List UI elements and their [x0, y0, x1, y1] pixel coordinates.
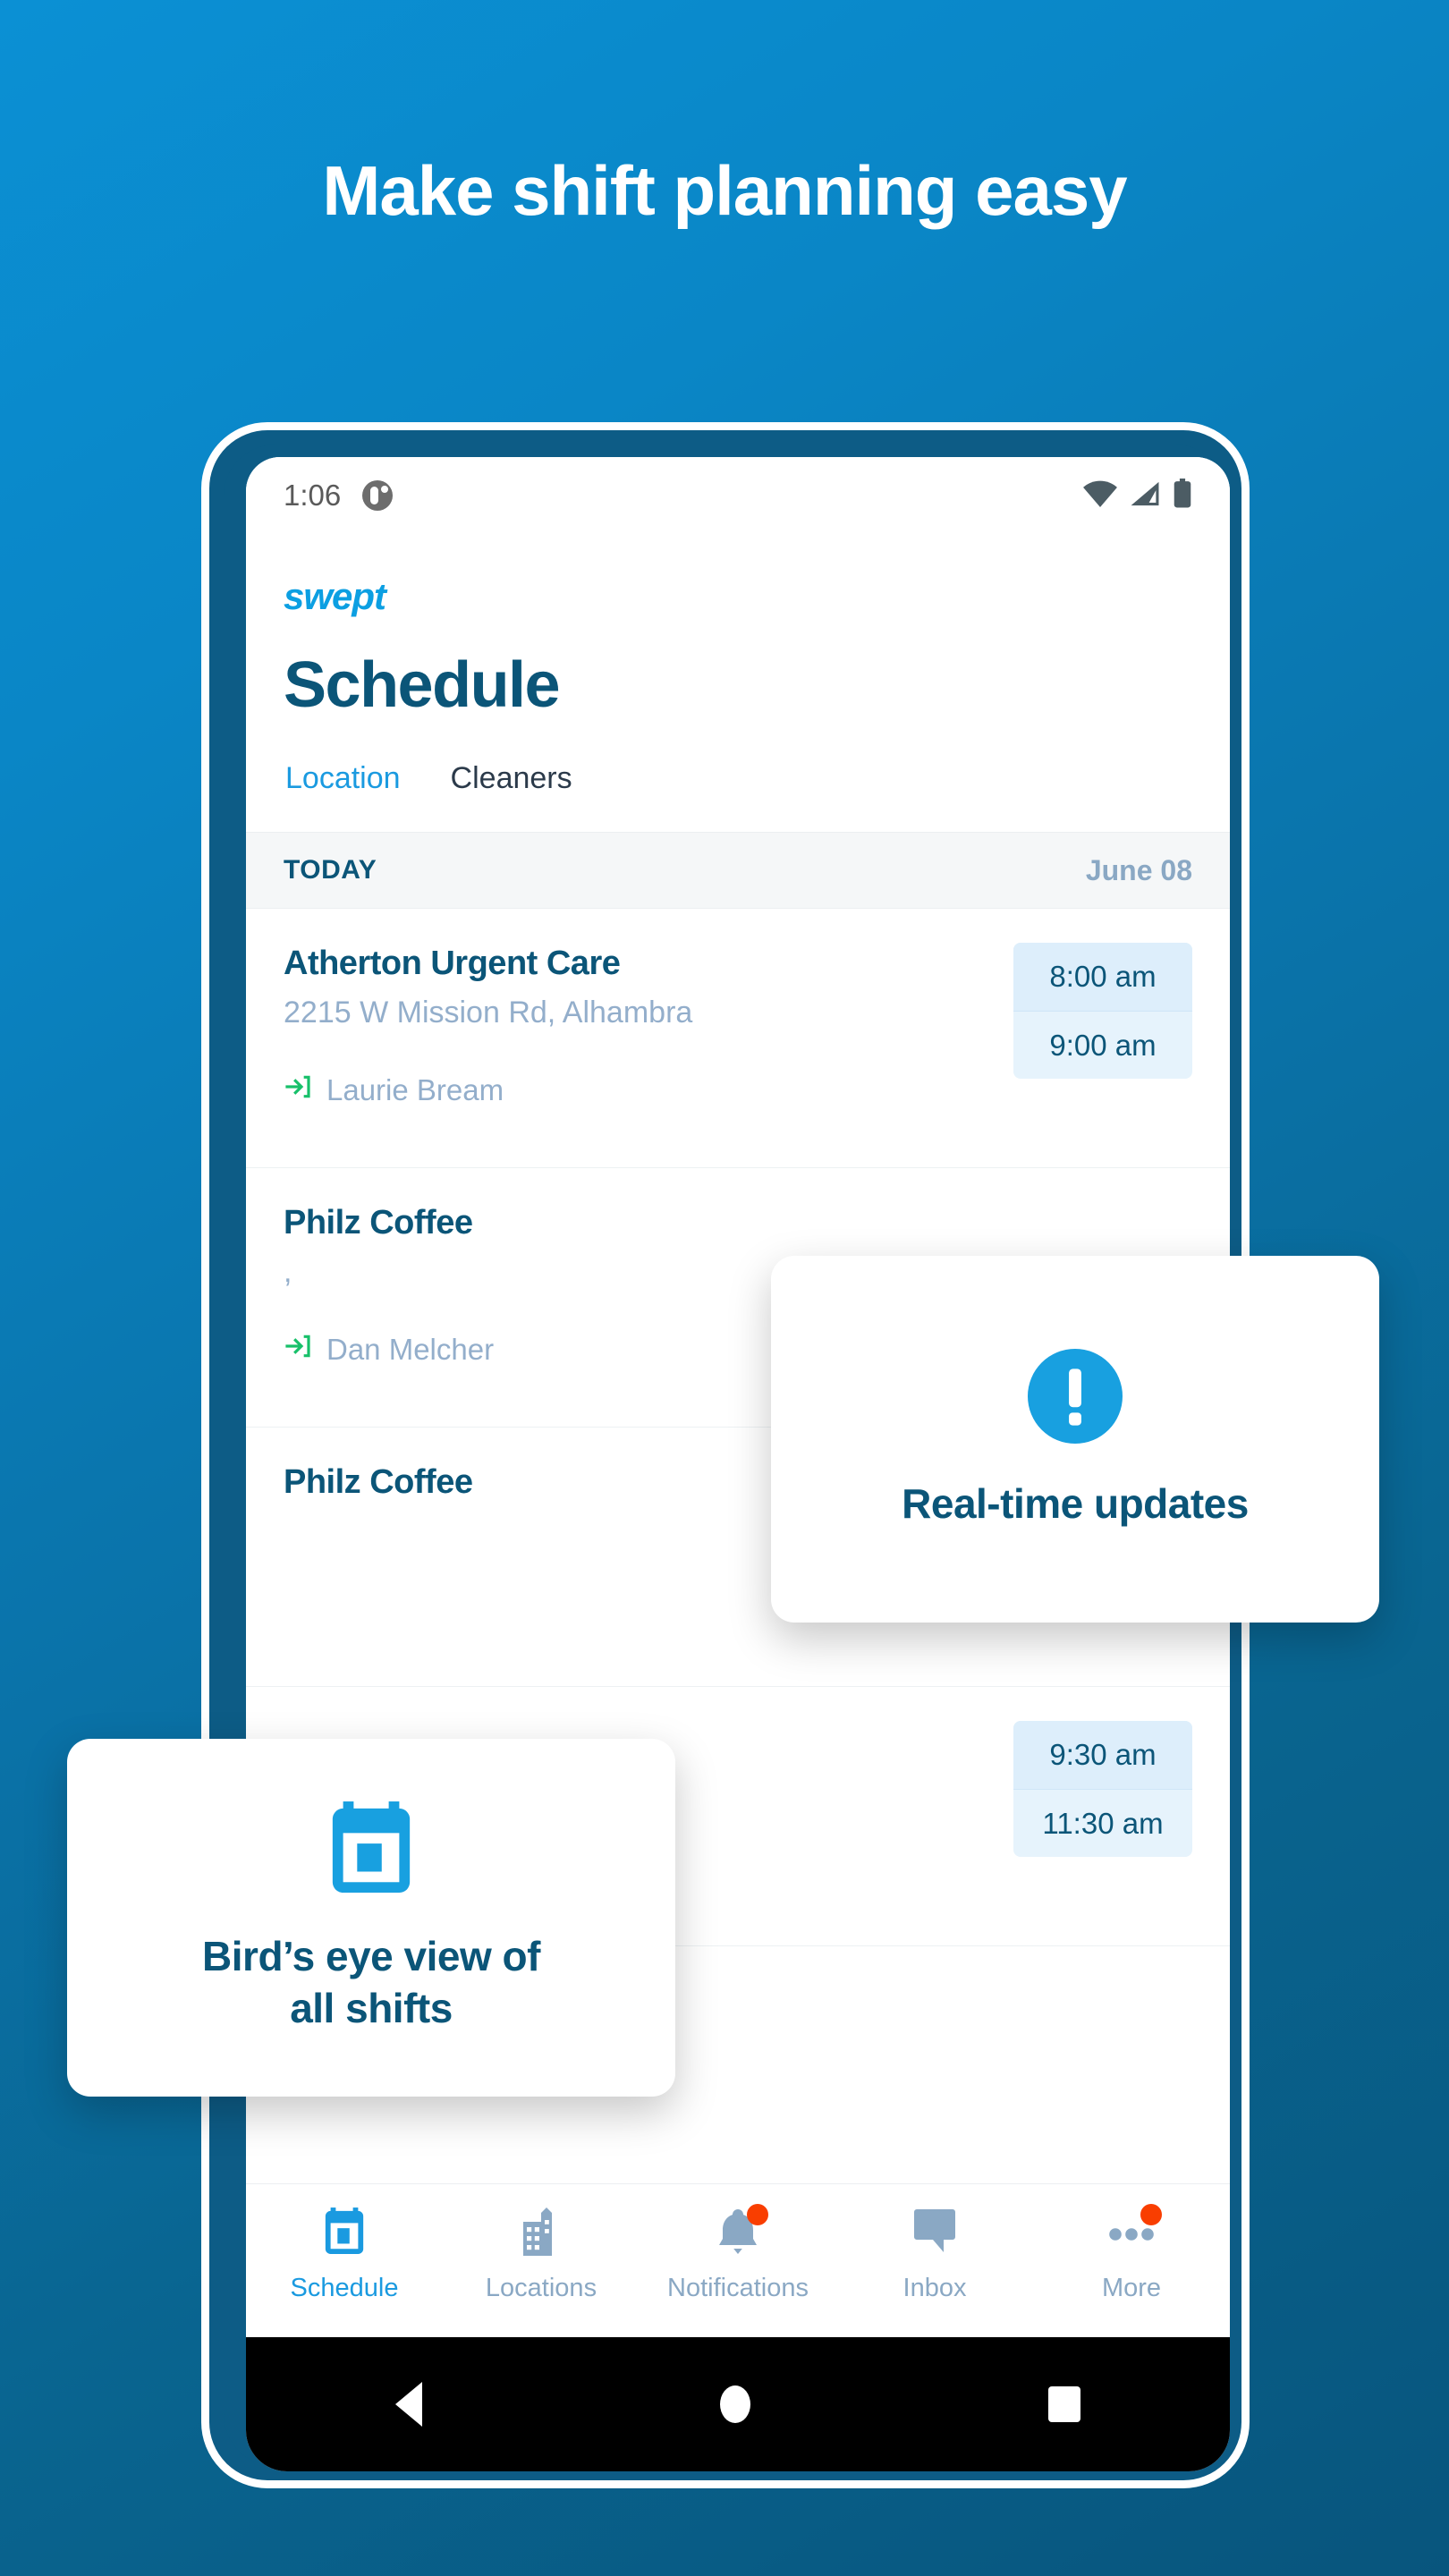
nav-label: Schedule: [290, 2274, 399, 2302]
shift-end-time: 11:30 am: [1013, 1789, 1192, 1857]
feature-card-realtime-updates: Real-time updates: [771, 1256, 1379, 1623]
page-title: Schedule: [284, 649, 561, 721]
nav-label: Inbox: [902, 2274, 967, 2302]
schedule-tabs: Location Cleaners: [246, 722, 1230, 832]
check-in-arrow-icon: [284, 1072, 312, 1108]
check-in-arrow-icon: [284, 1332, 312, 1368]
status-bar: 1:06: [246, 457, 1230, 534]
shift-time-badge: 8:00 am 9:00 am: [1013, 943, 1192, 1079]
shift-start-time: 9:30 am: [1013, 1721, 1192, 1789]
nav-label: Locations: [485, 2274, 597, 2302]
feature-card-label: Real-time updates: [902, 1479, 1249, 1527]
chat-bubble-icon: [910, 2207, 960, 2258]
status-bar-time: 1:06: [284, 479, 342, 512]
shift-end-time: 9:00 am: [1013, 1011, 1192, 1079]
nav-item-more[interactable]: More: [1033, 2204, 1230, 2303]
shift-row[interactable]: Atherton Urgent Care 2215 W Mission Rd, …: [246, 909, 1230, 1168]
calendar-icon: [326, 1801, 417, 1901]
nav-item-locations[interactable]: Locations: [443, 2207, 640, 2303]
notification-badge: [747, 2204, 768, 2225]
nav-label: Notifications: [667, 2274, 809, 2302]
nav-item-notifications[interactable]: Notifications: [640, 2204, 836, 2303]
day-header: TODAY June 08: [246, 832, 1230, 909]
android-navigation-bar: [246, 2337, 1230, 2471]
recents-square-icon[interactable]: [1048, 2386, 1081, 2422]
more-badge: [1140, 2204, 1162, 2225]
notification-app-icon: [362, 480, 394, 511]
cellular-signal-icon: [1130, 480, 1160, 512]
shift-time-badge: 9:30 am 11:30 am: [1013, 1721, 1192, 1857]
app-brand-logo: swept: [284, 575, 386, 617]
battery-icon: [1173, 478, 1192, 513]
shift-start-time: 8:00 am: [1013, 943, 1192, 1011]
feature-card-label: Bird’s eye view of all shifts: [202, 1933, 540, 2031]
shift-assignee-name: Laurie Bream: [326, 1073, 504, 1106]
shift-location-name: Atherton Urgent Care: [284, 945, 621, 982]
ellipsis-icon: [1106, 2204, 1162, 2258]
bell-icon: [713, 2204, 768, 2258]
shift-address: 2215 W Mission Rd, Alhambra: [284, 996, 693, 1030]
day-header-today: TODAY: [284, 855, 377, 885]
shift-assignee-name: Dan Melcher: [326, 1333, 495, 1366]
nav-label: More: [1101, 2274, 1162, 2302]
back-triangle-icon[interactable]: [394, 2382, 422, 2427]
shift-location-name: Philz Coffee: [284, 1204, 473, 1241]
home-circle-icon[interactable]: [719, 2385, 750, 2423]
nav-item-inbox[interactable]: Inbox: [836, 2207, 1033, 2303]
day-header-date: June 08: [1085, 853, 1192, 886]
exclamation-circle-icon: [1028, 1348, 1123, 1448]
buildings-icon: [516, 2207, 566, 2258]
nav-item-schedule[interactable]: Schedule: [246, 2207, 443, 2303]
feature-card-birds-eye-view: Bird’s eye view of all shifts: [67, 1739, 675, 2097]
bottom-navigation: Schedule Locations Notifications Inbox M…: [246, 2183, 1230, 2337]
shift-assignee: Laurie Bream: [284, 1072, 924, 1108]
calendar-icon: [319, 2207, 369, 2258]
tab-location[interactable]: Location: [285, 761, 401, 796]
status-bar-indicators: [1083, 478, 1192, 513]
promo-headline: Make shift planning easy: [322, 151, 1127, 230]
wifi-icon: [1083, 480, 1117, 512]
tab-cleaners[interactable]: Cleaners: [451, 761, 572, 796]
